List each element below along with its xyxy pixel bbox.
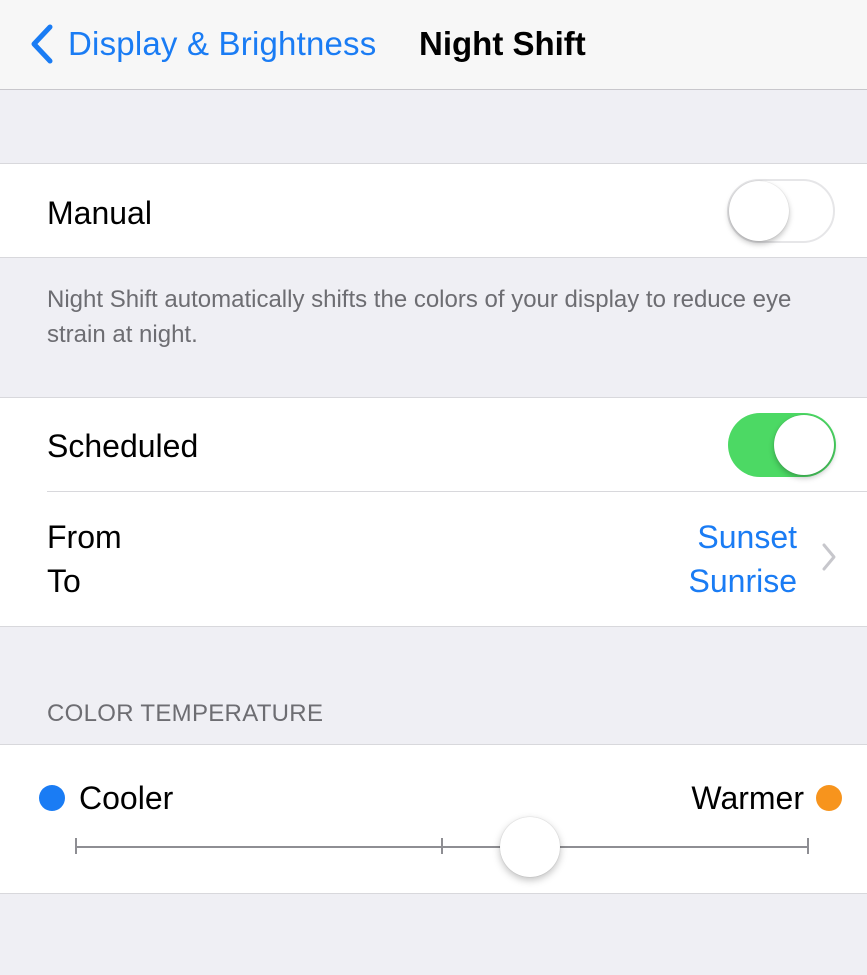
back-button[interactable]: Display & Brightness bbox=[28, 22, 376, 66]
chevron-right-icon bbox=[822, 543, 836, 571]
to-label: To bbox=[47, 563, 81, 599]
color-temperature-header: COLOR TEMPERATURE bbox=[47, 700, 324, 727]
scheduled-label: Scheduled bbox=[47, 428, 199, 464]
warmer-label: Warmer bbox=[691, 780, 804, 816]
toggle-knob bbox=[774, 415, 834, 475]
slider-tick-start bbox=[75, 838, 77, 854]
night-shift-description: Night Shift automatically shifts the col… bbox=[47, 286, 792, 348]
toggle-knob bbox=[729, 181, 789, 241]
color-temperature-slider-thumb[interactable] bbox=[499, 817, 560, 877]
back-button-label: Display & Brightness bbox=[68, 25, 377, 62]
manual-row: Manual bbox=[0, 164, 867, 258]
schedule-times-row[interactable]: From To Sunset Sunrise bbox=[0, 492, 867, 627]
cooler-label: Cooler bbox=[79, 780, 174, 816]
to-value: Sunrise bbox=[688, 563, 798, 599]
scheduled-toggle[interactable] bbox=[728, 413, 836, 477]
warmer-dot-icon bbox=[816, 785, 842, 811]
slider-tick-end bbox=[807, 838, 809, 854]
from-label: From bbox=[47, 519, 122, 555]
cooler-dot-icon bbox=[39, 785, 65, 811]
manual-label: Manual bbox=[47, 195, 152, 231]
chevron-left-icon bbox=[31, 24, 53, 64]
manual-group: Manual bbox=[0, 163, 867, 258]
navigation-bar: Display & Brightness Night Shift bbox=[0, 0, 867, 90]
slider-tick-middle bbox=[441, 838, 443, 854]
schedule-group: Scheduled From To Sunset Sunrise bbox=[0, 397, 867, 627]
page-title: Night Shift bbox=[419, 25, 586, 62]
scheduled-row: Scheduled bbox=[0, 398, 867, 492]
from-value: Sunset bbox=[697, 519, 797, 555]
color-temperature-group: Cooler Warmer bbox=[0, 744, 867, 894]
manual-toggle[interactable] bbox=[727, 179, 835, 243]
